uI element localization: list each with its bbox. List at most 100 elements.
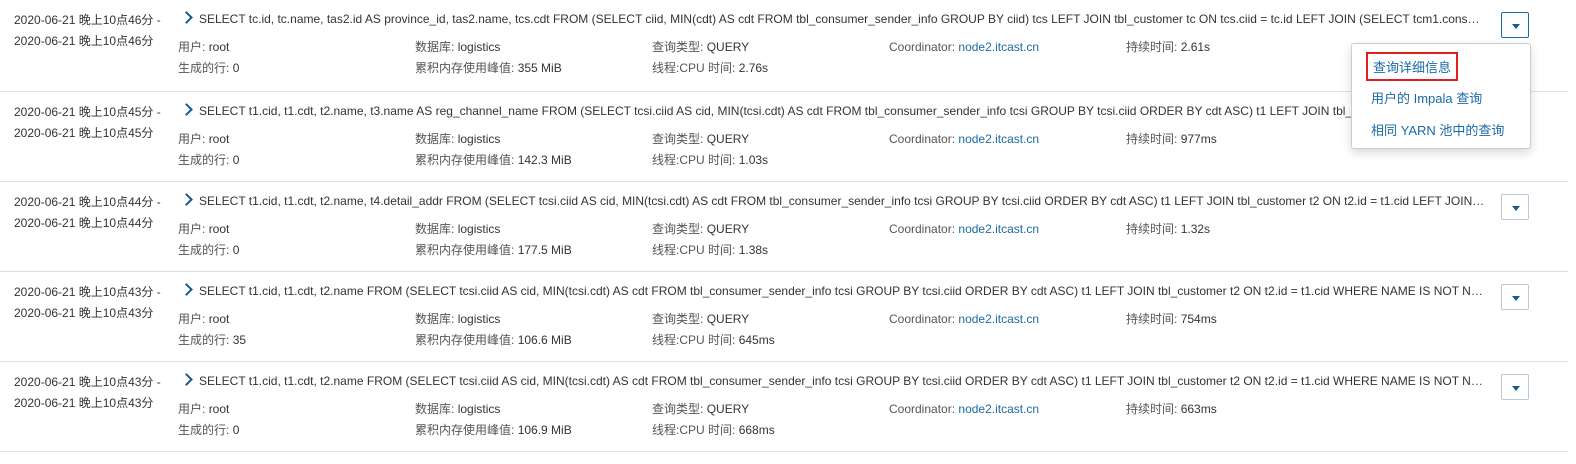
coordinator-label: Coordinator: (889, 312, 956, 326)
database-label: 数据库: (415, 402, 455, 416)
query-time-range: 2020-06-21 晚上10点44分 - 2020-06-21 晚上10点44分 (14, 192, 174, 234)
query-statement-text: SELECT t1.cid, t1.cdt, t2.name FROM (SEL… (199, 284, 1486, 298)
query-statement[interactable]: SELECT tc.id, tc.name, tas2.id AS provin… (180, 10, 1486, 28)
query-time-range: 2020-06-21 晚上10点46分 - 2020-06-21 晚上10点46分 (14, 10, 174, 52)
user-field: 用户: root (178, 131, 229, 147)
user-value: root (208, 132, 230, 146)
rows-produced-value: 0 (232, 243, 240, 257)
query-statement[interactable]: SELECT t1.cid, t1.cdt, t2.name FROM (SEL… (180, 282, 1486, 300)
duration-value: 977ms (1180, 132, 1217, 146)
query-actions-dropdown-button[interactable] (1501, 194, 1529, 220)
database-label: 数据库: (415, 40, 455, 54)
query-end-time: 2020-06-21 晚上10点44分 (14, 216, 154, 230)
cpu-time-field: 线程:CPU 时间: 2.76s (652, 60, 768, 76)
duration-field: 持续时间: 754ms (1126, 311, 1217, 327)
cpu-time-label: 线程:CPU 时间: (652, 153, 736, 167)
query-end-time: 2020-06-21 晚上10点45分 (14, 126, 154, 140)
rows-produced-value: 0 (232, 423, 240, 437)
peak-memory-field: 累积内存使用峰值: 177.5 MiB (415, 242, 572, 258)
query-type-value: QUERY (706, 312, 750, 326)
query-statement[interactable]: SELECT t1.cid, t1.cdt, t2.name, t4.detai… (180, 192, 1486, 210)
query-actions-dropdown-button[interactable] (1501, 374, 1529, 400)
query-statement[interactable]: SELECT t1.cid, t1.cdt, t2.name FROM (SEL… (180, 372, 1486, 390)
user-value: root (208, 40, 230, 54)
coordinator-value[interactable]: node2.itcast.cn (958, 132, 1039, 146)
peak-memory-label: 累积内存使用峰值: (415, 153, 515, 167)
caret-down-icon (1512, 24, 1520, 29)
query-statement[interactable]: SELECT t1.cid, t1.cdt, t2.name, t3.name … (180, 102, 1486, 120)
rows-produced-field: 生成的行: 0 (178, 422, 239, 438)
database-label: 数据库: (415, 222, 455, 236)
query-end-time: 2020-06-21 晚上10点46分 (14, 34, 154, 48)
cpu-time-label: 线程:CPU 时间: (652, 243, 736, 257)
duration-label: 持续时间: (1126, 132, 1178, 146)
coordinator-label: Coordinator: (889, 222, 956, 236)
duration-label: 持续时间: (1126, 222, 1178, 236)
query-statement-text: SELECT t1.cid, t1.cdt, t2.name, t4.detai… (199, 194, 1486, 208)
rows-produced-label: 生成的行: (178, 333, 230, 347)
menu-item-user-impala-queries[interactable]: 用户的 Impala 查询 (1371, 88, 1482, 107)
rows-produced-label: 生成的行: (178, 423, 230, 437)
query-actions-dropdown-button[interactable] (1501, 12, 1529, 38)
cpu-time-value: 668ms (738, 423, 775, 437)
duration-value: 2.61s (1180, 40, 1211, 54)
user-label: 用户: (178, 40, 206, 54)
user-field: 用户: root (178, 39, 229, 55)
query-type-field: 查询类型: QUERY (652, 311, 749, 327)
peak-memory-label: 累积内存使用峰值: (415, 423, 515, 437)
coordinator-value[interactable]: node2.itcast.cn (958, 40, 1039, 54)
user-value: root (208, 222, 230, 236)
peak-memory-field: 累积内存使用峰值: 355 MiB (415, 60, 562, 76)
duration-field: 持续时间: 977ms (1126, 131, 1217, 147)
coordinator-label: Coordinator: (889, 40, 956, 54)
database-label: 数据库: (415, 312, 455, 326)
user-label: 用户: (178, 312, 206, 326)
database-value: logistics (457, 40, 501, 54)
user-field: 用户: root (178, 311, 229, 327)
database-value: logistics (457, 132, 501, 146)
coordinator-field: Coordinator: node2.itcast.cn (889, 401, 1039, 417)
cpu-time-field: 线程:CPU 时间: 668ms (652, 422, 775, 438)
duration-field: 持续时间: 1.32s (1126, 221, 1210, 237)
peak-memory-field: 累积内存使用峰值: 142.3 MiB (415, 152, 572, 168)
chevron-right-icon (180, 11, 193, 24)
user-field: 用户: root (178, 221, 229, 237)
cpu-time-label: 线程:CPU 时间: (652, 423, 736, 437)
coordinator-value[interactable]: node2.itcast.cn (958, 402, 1039, 416)
query-type-field: 查询类型: QUERY (652, 221, 749, 237)
peak-memory-field: 累积内存使用峰值: 106.6 MiB (415, 332, 572, 348)
peak-memory-label: 累积内存使用峰值: (415, 61, 515, 75)
cpu-time-value: 1.38s (738, 243, 769, 257)
rows-produced-field: 生成的行: 35 (178, 332, 246, 348)
database-label: 数据库: (415, 132, 455, 146)
database-field: 数据库: logistics (415, 401, 500, 417)
query-actions-dropdown-button[interactable] (1501, 284, 1529, 310)
query-statement-text: SELECT t1.cid, t1.cdt, t2.name, t3.name … (199, 104, 1398, 118)
cpu-time-field: 线程:CPU 时间: 1.03s (652, 152, 768, 168)
query-row: 2020-06-21 晚上10点46分 -2020-06-21 晚上10点46分… (0, 0, 1568, 92)
user-label: 用户: (178, 132, 206, 146)
menu-item-same-yarn-pool-queries[interactable]: 相同 YARN 池中的查询 (1371, 120, 1504, 139)
rows-produced-field: 生成的行: 0 (178, 242, 239, 258)
database-field: 数据库: logistics (415, 311, 500, 327)
coordinator-field: Coordinator: node2.itcast.cn (889, 39, 1039, 55)
chevron-right-icon (180, 193, 193, 206)
cpu-time-value: 645ms (738, 333, 775, 347)
peak-memory-value: 106.6 MiB (517, 333, 572, 347)
rows-produced-label: 生成的行: (178, 153, 230, 167)
duration-label: 持续时间: (1126, 312, 1178, 326)
query-end-time: 2020-06-21 晚上10点43分 (14, 306, 154, 320)
caret-down-icon (1512, 296, 1520, 301)
cpu-time-label: 线程:CPU 时间: (652, 61, 736, 75)
user-field: 用户: root (178, 401, 229, 417)
coordinator-value[interactable]: node2.itcast.cn (958, 222, 1039, 236)
query-type-label: 查询类型: (652, 312, 704, 326)
query-type-field: 查询类型: QUERY (652, 131, 749, 147)
query-type-value: QUERY (706, 132, 750, 146)
duration-field: 持续时间: 2.61s (1126, 39, 1210, 55)
chevron-right-icon (180, 283, 193, 296)
menu-item-query-details[interactable]: 查询详细信息 (1366, 52, 1459, 81)
coordinator-value[interactable]: node2.itcast.cn (958, 312, 1039, 326)
peak-memory-value: 106.9 MiB (517, 423, 572, 437)
query-type-field: 查询类型: QUERY (652, 39, 749, 55)
